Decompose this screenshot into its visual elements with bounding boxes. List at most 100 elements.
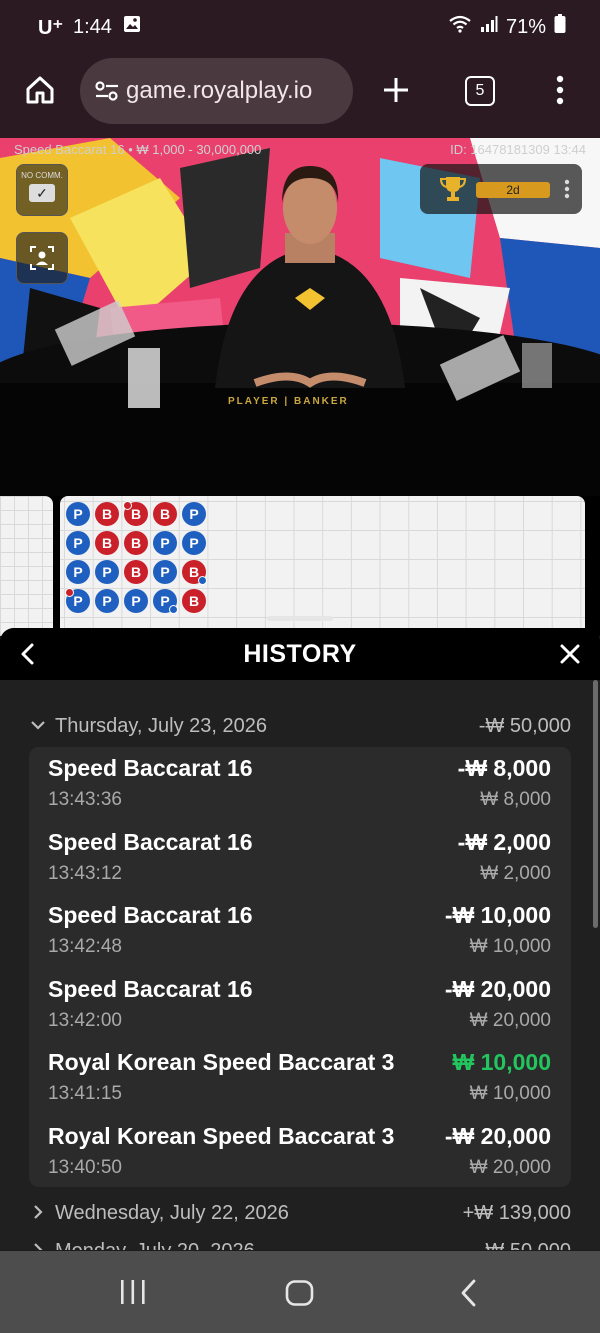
system-nav-bar — [0, 1251, 600, 1333]
player-bead: P — [182, 502, 206, 526]
browser-toolbar: game.royalplay.io 5 — [0, 52, 600, 138]
back-nav-button[interactable] — [458, 1279, 480, 1312]
site-settings-icon[interactable] — [94, 79, 120, 103]
player-bead: P — [182, 531, 206, 555]
net-amount: -₩ 8,000 — [457, 755, 551, 781]
pair-marker — [198, 576, 207, 585]
checkmark-icon: ✓ — [29, 184, 55, 202]
table-label: PLAYER | BANKER — [228, 396, 349, 407]
new-tab-icon — [384, 78, 408, 102]
transaction-row[interactable]: Royal Korean Speed Baccarat 3 13:41:15 ₩… — [29, 1041, 571, 1113]
gallery-icon — [122, 14, 142, 40]
table-info: Speed Baccarat 16 • ₩ 1,000 - 30,000,000 — [14, 142, 262, 157]
transaction-row[interactable]: Speed Baccarat 16 13:43:36 -₩ 8,000 ₩ 8,… — [29, 747, 571, 819]
more-menu-button[interactable] — [546, 72, 574, 108]
tab-count: 5 — [475, 82, 485, 99]
tabs-button[interactable]: 5 — [463, 74, 497, 108]
chevron-down-icon — [31, 721, 45, 730]
scrollbar[interactable] — [593, 680, 598, 928]
roadmap-area: PBBBPPBBPPPPBPBPPPPB — [0, 496, 600, 636]
bead-grid: PBBBPPBBPPPPBPBPPPPB — [65, 501, 211, 618]
group-date: Thursday, July 23, 2026 — [55, 715, 267, 737]
no-commission-toggle[interactable]: NO COMM. ✓ — [16, 164, 68, 216]
bet-time: 13:40:50 — [48, 1156, 122, 1178]
bet-time: 13:42:00 — [48, 1009, 122, 1031]
banker-bead: B — [123, 501, 148, 526]
group-total: -₩ 50,000 — [479, 1240, 571, 1250]
group-total: +₩ 139,000 — [462, 1202, 571, 1224]
carrier-label: U⁺ — [38, 16, 63, 39]
group-date: Wednesday, July 22, 2026 — [55, 1202, 289, 1224]
signal-icon — [480, 15, 498, 39]
bet-time: 13:42:48 — [48, 936, 122, 957]
address-bar[interactable]: game.royalplay.io — [80, 58, 353, 124]
game-name: Speed Baccarat 16 — [48, 975, 253, 1002]
date-group-header[interactable]: Thursday, July 23, 2026 -₩ 50,000 — [0, 713, 600, 743]
wifi-icon — [448, 14, 472, 40]
banker-bead: B — [124, 531, 148, 555]
net-amount: -₩ 20,000 — [444, 975, 551, 1002]
pair-marker — [123, 501, 132, 510]
date-group-header[interactable]: Monday, July 20, 2026 -₩ 50,000 — [0, 1238, 600, 1250]
camera-view-button[interactable] — [16, 232, 68, 284]
stake-amount: ₩ 10,000 — [469, 1083, 551, 1104]
player-bead: P — [66, 560, 90, 584]
drag-handle[interactable] — [267, 616, 333, 621]
transaction-row[interactable]: Speed Baccarat 16 13:43:12 -₩ 2,000 ₩ 2,… — [29, 821, 571, 893]
stake-amount: ₩ 20,000 — [469, 1156, 551, 1178]
banker-bead: B — [95, 531, 119, 555]
history-header: HISTORY — [0, 628, 600, 680]
tabs-icon: 5 — [465, 76, 495, 106]
status-bar: U⁺ 1:44 71% — [0, 0, 600, 52]
home-nav-button[interactable] — [285, 1280, 315, 1311]
camera-view-icon — [30, 246, 54, 270]
player-bead: P — [153, 560, 177, 584]
bet-time: 13:41:15 — [48, 1083, 122, 1104]
clock: 1:44 — [73, 15, 112, 38]
bead-road: PBBBPPBBPPPPBPBPPPPB — [60, 496, 585, 636]
banker-bead: B — [124, 560, 148, 584]
url-text: game.royalplay.io — [126, 77, 313, 104]
trophy-icon — [439, 177, 467, 201]
game-name: Royal Korean Speed Baccarat 3 — [48, 1122, 395, 1149]
recent-apps-button[interactable] — [118, 1279, 148, 1310]
group-date: Monday, July 20, 2026 — [55, 1240, 255, 1250]
bet-time: 13:43:12 — [48, 862, 122, 884]
leaderboard-widget[interactable]: 2d — [420, 164, 582, 214]
net-amount: -₩ 20,000 — [444, 1122, 551, 1149]
date-group-header[interactable]: Wednesday, July 22, 2026 +₩ 139,000 — [0, 1200, 600, 1230]
battery-label: 71% — [505, 15, 546, 38]
banker-bead: B — [182, 560, 207, 585]
home-nav-icon — [285, 1280, 314, 1306]
recent-apps-icon — [121, 1280, 145, 1304]
game-id: ID: 16478181309 13:44 — [450, 142, 586, 157]
pair-marker — [169, 605, 178, 614]
banker-bead: B — [95, 502, 119, 526]
stake-amount: ₩ 10,000 — [469, 936, 551, 957]
close-icon — [560, 644, 580, 664]
player-bead: P — [124, 589, 148, 613]
transaction-row[interactable]: Speed Baccarat 16 13:42:48 -₩ 10,000 ₩ 1… — [29, 894, 571, 966]
more-menu-icon — [556, 75, 564, 105]
more-options-icon[interactable] — [564, 179, 570, 199]
player-bead: P — [65, 588, 90, 613]
big-road — [0, 496, 53, 636]
history-title: HISTORY — [243, 639, 357, 668]
chevron-left-icon — [21, 643, 34, 665]
transaction-row[interactable]: Royal Korean Speed Baccarat 3 13:40:50 -… — [29, 1115, 571, 1187]
new-tab-button[interactable] — [380, 74, 412, 106]
live-video[interactable]: Speed Baccarat 16 • ₩ 1,000 - 30,000,000… — [0, 138, 600, 496]
group-total: -₩ 50,000 — [478, 715, 571, 737]
back-button[interactable] — [18, 642, 38, 671]
home-button[interactable] — [22, 72, 58, 108]
net-amount: -₩ 10,000 — [444, 902, 551, 928]
game-name: Speed Baccarat 16 — [48, 755, 253, 781]
transaction-row[interactable]: Speed Baccarat 16 13:42:00 -₩ 20,000 ₩ 2… — [29, 968, 571, 1040]
banker-bead: B — [153, 502, 177, 526]
chevron-right-icon — [34, 1243, 43, 1250]
close-button[interactable] — [558, 642, 582, 671]
player-bead: P — [153, 531, 177, 555]
leaderboard-timer: 2d — [476, 182, 550, 198]
player-bead: P — [66, 502, 90, 526]
transaction-list: Speed Baccarat 16 13:43:36 -₩ 8,000 ₩ 8,… — [29, 747, 571, 1187]
